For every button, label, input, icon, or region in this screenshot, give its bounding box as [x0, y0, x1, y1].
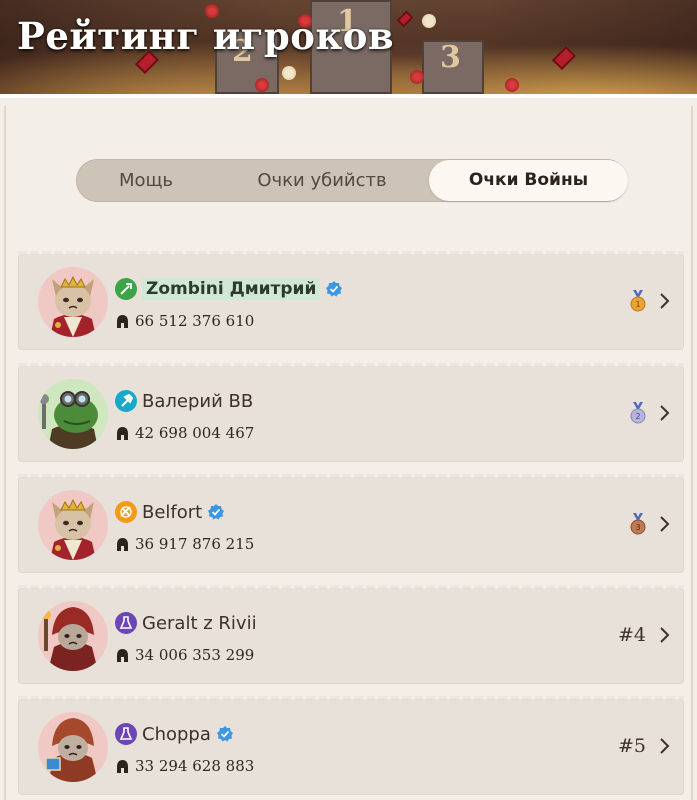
player-name: Choppa — [142, 723, 211, 745]
helmet-icon — [117, 314, 128, 328]
svg-text:2: 2 — [635, 412, 640, 421]
panel-border-left — [4, 106, 6, 800]
player-name: Zombini Дмитрий — [142, 278, 321, 300]
player-name-row: Geralt z Rivii — [115, 610, 257, 636]
silver-medal-icon: 2 — [630, 402, 646, 424]
cat-king-avatar-icon — [50, 498, 96, 560]
chevron-right-icon[interactable] — [658, 737, 670, 755]
rank-area: 1 — [630, 288, 670, 314]
sword-icon — [115, 278, 137, 300]
chevron-right-icon[interactable] — [658, 404, 670, 422]
chevron-right-icon[interactable] — [658, 626, 670, 644]
scroll-icon — [115, 501, 137, 523]
tab-power[interactable]: Мощь — [77, 160, 215, 201]
rank-area: 3 — [630, 511, 670, 537]
war-points-row: 42 698 004 467 — [116, 424, 254, 442]
player-row[interactable]: Zombini Дмитрий 66 512 376 610 1 — [18, 251, 684, 350]
helmet-icon — [117, 648, 128, 662]
verified-badge-icon — [208, 504, 225, 520]
cat-mage-avatar-icon — [45, 718, 98, 782]
player-name-row: Belfort — [115, 499, 225, 525]
cat-king-avatar-icon — [50, 275, 96, 337]
player-name-row: Валерий BB — [115, 388, 253, 414]
avatar — [38, 712, 108, 782]
player-row[interactable]: Geralt z Rivii 34 006 353 299 #4 — [18, 585, 684, 684]
war-points-row: 36 917 876 215 — [116, 535, 254, 553]
war-points-row: 34 006 353 299 — [116, 646, 254, 664]
flower-decoration — [282, 66, 296, 80]
verified-badge-icon — [326, 281, 343, 297]
player-row[interactable]: Валерий BB 42 698 004 467 2 — [18, 363, 684, 462]
war-points-value: 33 294 628 883 — [135, 757, 255, 775]
helmet-icon — [117, 426, 128, 440]
flask-icon — [115, 723, 137, 745]
rose-decoration — [410, 70, 424, 84]
chevron-right-icon[interactable] — [658, 292, 670, 310]
frog-engineer-avatar-icon — [39, 391, 98, 449]
podium-number-third: 3 — [440, 40, 461, 75]
war-points-row: 33 294 628 883 — [116, 757, 254, 775]
avatar — [38, 267, 108, 337]
war-points-value: 34 006 353 299 — [135, 646, 255, 664]
helmet-icon — [117, 759, 128, 773]
avatar — [38, 379, 108, 449]
verified-badge-icon — [216, 726, 233, 742]
flask-icon — [115, 612, 137, 634]
rose-decoration — [505, 78, 519, 92]
player-name: Geralt z Rivii — [142, 612, 257, 634]
player-row[interactable]: Belfort 36 917 876 215 3 — [18, 474, 684, 573]
helmet-icon — [117, 537, 128, 551]
hammer-icon — [115, 390, 137, 412]
chevron-right-icon[interactable] — [658, 515, 670, 533]
player-name-row: Zombini Дмитрий — [115, 276, 343, 302]
rank-area: #4 — [618, 622, 670, 648]
player-row[interactable]: Choppa 33 294 628 883 #5 — [18, 696, 684, 795]
war-points-value: 66 512 376 610 — [135, 312, 255, 330]
tab-war-points[interactable]: Очки Войны — [429, 160, 628, 201]
player-name-row: Choppa — [115, 721, 234, 747]
header-banner: 1 2 3 Рейтинг игроков — [0, 0, 697, 94]
war-points-row: 66 512 376 610 — [116, 312, 254, 330]
war-points-value: 42 698 004 467 — [135, 424, 255, 442]
cat-mage-avatar-icon — [41, 607, 98, 671]
rank-area: #5 — [618, 733, 670, 759]
avatar — [38, 601, 108, 671]
gold-medal-icon: 1 — [630, 290, 646, 312]
bronze-medal-icon: 3 — [630, 513, 646, 535]
ranking-tabs: Мощь Очки убийств Очки Войны — [76, 159, 628, 202]
page-title: Рейтинг игроков — [17, 14, 395, 58]
rank-number: #5 — [617, 735, 646, 757]
rose-decoration — [255, 78, 269, 92]
panel-border-right — [691, 106, 693, 800]
svg-text:1: 1 — [635, 300, 640, 309]
svg-text:3: 3 — [635, 523, 640, 532]
rank-area: 2 — [630, 400, 670, 426]
rank-number: #4 — [617, 624, 646, 646]
player-name: Валерий BB — [142, 390, 254, 412]
war-points-value: 36 917 876 215 — [135, 535, 255, 553]
tab-kill-points[interactable]: Очки убийств — [215, 160, 429, 201]
player-name: Belfort — [142, 501, 203, 523]
avatar — [38, 490, 108, 560]
flower-decoration — [422, 14, 436, 28]
